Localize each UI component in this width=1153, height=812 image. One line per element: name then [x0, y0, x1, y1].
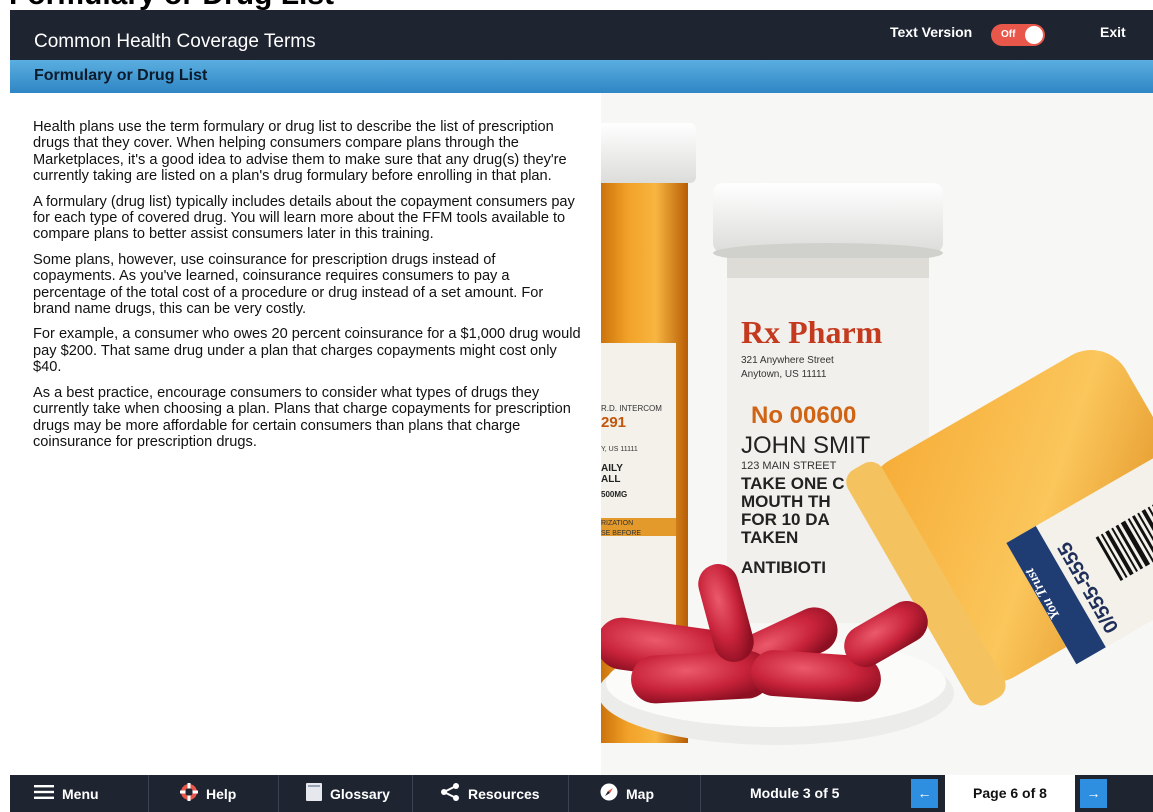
section-title: Formulary or Drug List: [34, 67, 208, 84]
page-indicator-label: Page 6 of 8: [973, 785, 1047, 801]
paragraph: For example, a consumer who owes 20 perc…: [33, 326, 581, 376]
left-label-6: 500MG: [601, 490, 627, 499]
header-bar: Common Health Coverage Terms Text Versio…: [10, 10, 1153, 60]
label-address-1: 321 Anywhere Street: [741, 355, 834, 366]
glossary-button[interactable]: Glossary: [306, 775, 390, 812]
label-instructions-1: TAKE ONE C: [741, 474, 845, 493]
pill-bottles-photo: R.D. INTERCOM 291 Y, US 11111 AILY ALL 5…: [601, 93, 1153, 775]
module-indicator: Module 3 of 5: [750, 785, 840, 801]
menu-label: Menu: [62, 785, 99, 802]
text-version-label: Text Version: [890, 24, 973, 40]
label-address-2: Anytown, US 11111: [741, 369, 827, 380]
label-warning: ANTIBIOTI: [741, 558, 826, 577]
paragraph: As a best practice, encourage consumers …: [33, 384, 571, 450]
divider: [148, 775, 149, 812]
label-patient-address: 123 MAIN STREET: [741, 460, 837, 472]
label-patient: JOHN SMIT: [741, 432, 871, 459]
content-text: Health plans use the term formulary or d…: [33, 119, 581, 459]
resources-label: Resources: [468, 785, 540, 802]
book-icon: [306, 783, 322, 804]
previous-page-button[interactable]: ←: [911, 779, 938, 808]
resources-button[interactable]: Resources: [440, 775, 540, 812]
label-instructions-2: MOUTH TH: [741, 492, 831, 511]
divider: [278, 775, 279, 812]
footer-bar: Menu Help Glossary Resources Map Module …: [10, 775, 1153, 812]
left-label-5: ALL: [601, 474, 620, 485]
toggle-knob: [1025, 26, 1043, 44]
map-button[interactable]: Map: [600, 775, 654, 812]
divider: [568, 775, 569, 812]
exit-button[interactable]: Exit: [1100, 24, 1126, 40]
page-heading-strip: Formulary or Drug List: [0, 0, 1153, 10]
label-instructions-4: TAKEN: [741, 528, 798, 547]
section-title-bar: Formulary or Drug List: [10, 60, 1153, 93]
divider: [412, 775, 413, 812]
left-label-2: 291: [601, 414, 626, 431]
left-label-8: SE BEFORE: [601, 530, 641, 537]
compass-icon: [600, 783, 618, 804]
label-brand: Rx Pharm: [741, 314, 883, 350]
pill-bottles-illustration: R.D. INTERCOM 291 Y, US 11111 AILY ALL 5…: [601, 93, 1153, 775]
label-instructions-3: FOR 10 DA: [741, 510, 830, 529]
menu-button[interactable]: Menu: [34, 775, 99, 812]
text-version-toggle[interactable]: Off: [991, 24, 1045, 46]
help-label: Help: [206, 785, 237, 802]
label-rx-number: No 00600: [751, 402, 856, 429]
page-heading: Formulary or Drug List: [9, 0, 334, 10]
hamburger-icon: [34, 785, 54, 802]
divider: [700, 775, 701, 812]
next-page-button[interactable]: →: [1080, 779, 1107, 808]
toggle-state: Off: [1001, 29, 1016, 40]
help-button[interactable]: Help: [180, 775, 236, 812]
course-player: Common Health Coverage Terms Text Versio…: [10, 10, 1153, 812]
course-title: Common Health Coverage Terms: [34, 31, 316, 52]
map-label: Map: [626, 785, 654, 802]
glossary-label: Glossary: [330, 785, 390, 802]
left-label-7: RIZATION: [601, 520, 633, 527]
arrow-right-icon: →: [1086, 785, 1101, 801]
arrow-left-icon: ←: [917, 785, 932, 801]
paragraph: A formulary (drug list) typically includ…: [33, 193, 575, 243]
paragraph: Health plans use the term formulary or d…: [33, 119, 567, 185]
page-indicator: Page 6 of 8: [945, 775, 1075, 812]
left-label-3: Y, US 11111: [601, 446, 638, 453]
left-label-4: AILY: [601, 463, 623, 474]
left-label-1: R.D. INTERCOM: [601, 404, 662, 413]
lifebuoy-icon: [180, 783, 198, 804]
share-icon: [440, 783, 460, 804]
paragraph: Some plans, however, use coinsurance for…: [33, 251, 544, 318]
